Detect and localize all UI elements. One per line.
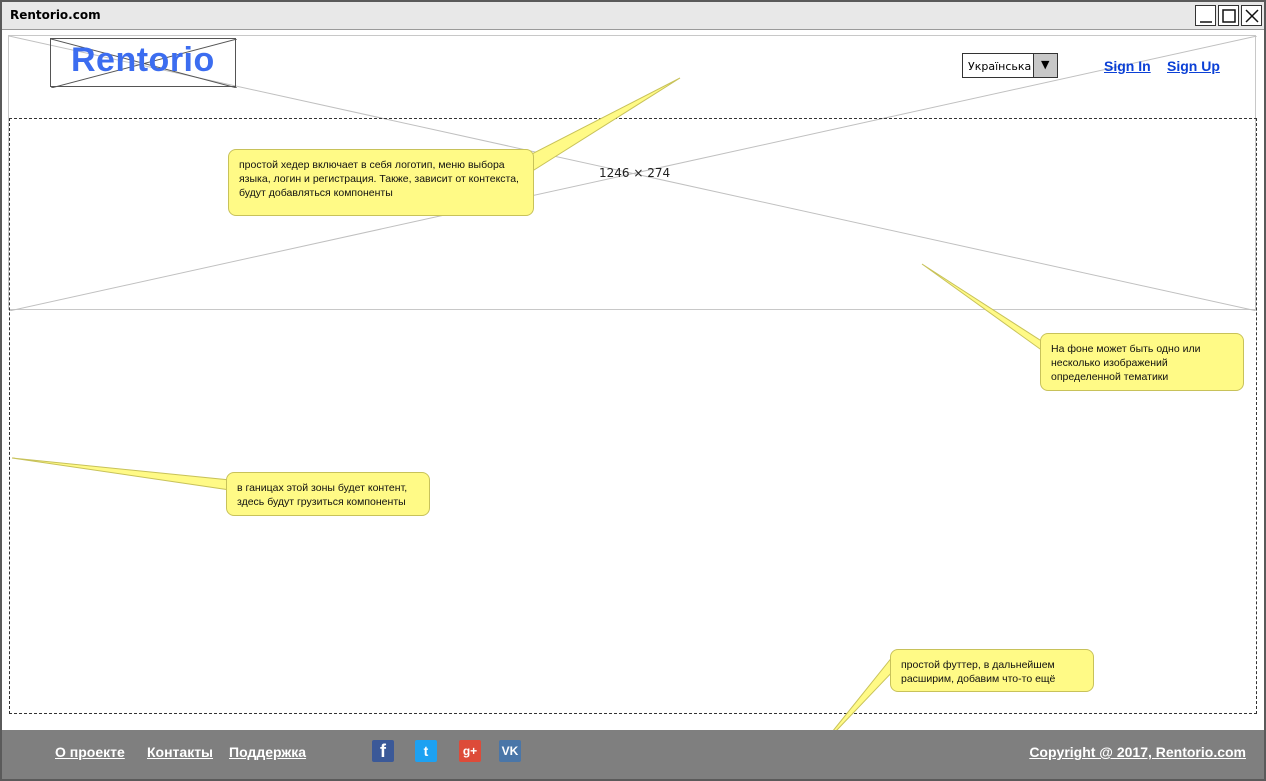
twitter-icon[interactable]: t <box>415 740 437 762</box>
footer-link-support[interactable]: Поддержка <box>229 744 306 760</box>
footer-link-about[interactable]: О проекте <box>55 744 125 760</box>
footer-note: простой футтер, в дальнейшем расширим, д… <box>890 649 1094 692</box>
background-note: На фоне может быть одно или несколько из… <box>1040 333 1244 391</box>
footer-link-contacts[interactable]: Контакты <box>147 744 213 760</box>
content-note: в ганицах этой зоны будет контент, здесь… <box>226 472 430 516</box>
facebook-icon[interactable]: f <box>372 740 394 762</box>
vk-icon[interactable]: VK <box>499 740 521 762</box>
google-plus-icon[interactable]: g+ <box>459 740 481 762</box>
copyright[interactable]: Copyright @ 2017, Rentorio.com <box>1029 744 1246 760</box>
footer: О проекте Контакты Поддержка f t g+ VK C… <box>2 730 1264 779</box>
header-note: простой хедер включает в себя логотип, м… <box>228 149 534 216</box>
